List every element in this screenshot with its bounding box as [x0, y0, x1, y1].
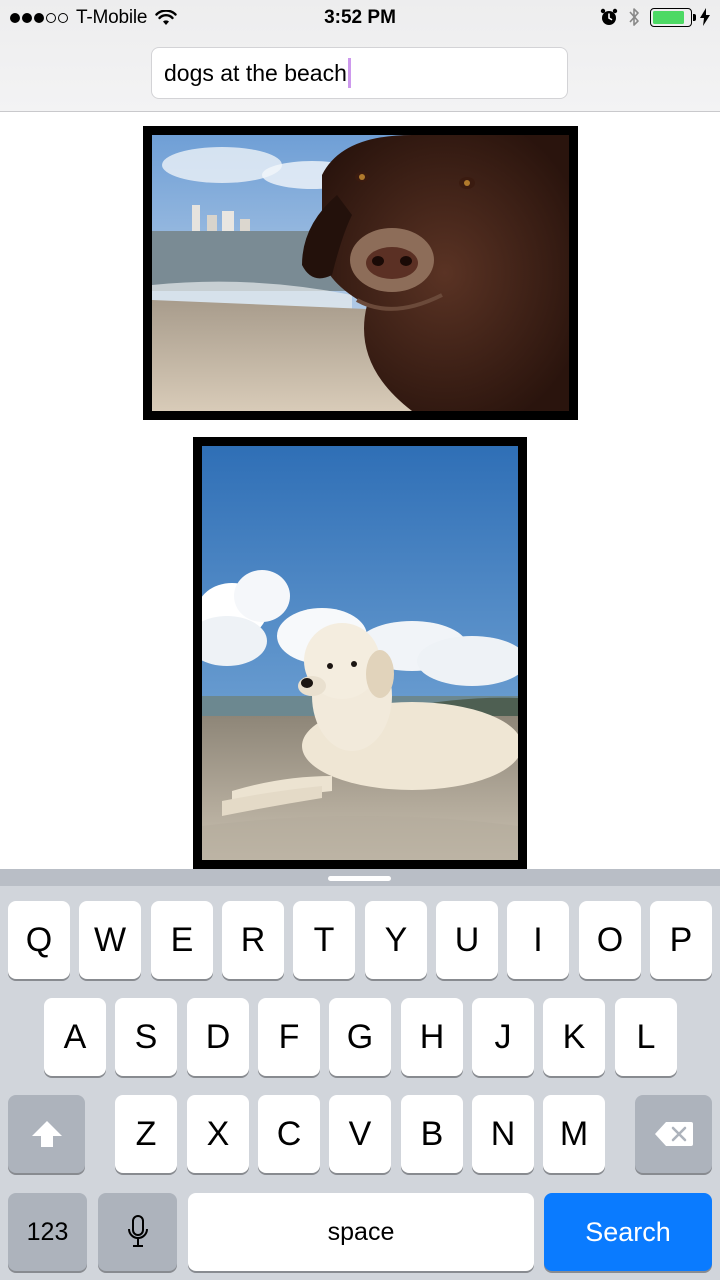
key-p[interactable]: P — [650, 901, 712, 979]
key-l[interactable]: L — [615, 998, 677, 1076]
key-c[interactable]: C — [258, 1095, 320, 1173]
key-t[interactable]: T — [293, 901, 355, 979]
search-query-text: dogs at the beach — [164, 59, 347, 86]
key-m[interactable]: M — [543, 1095, 605, 1173]
dog-lying-on-sand-photo — [202, 446, 518, 860]
keyboard: Q W E R T Y U I O P A S D F G H J K L Z … — [0, 869, 720, 1280]
key-b[interactable]: B — [401, 1095, 463, 1173]
key-a[interactable]: A — [44, 998, 106, 1076]
key-o[interactable]: O — [579, 901, 641, 979]
key-e[interactable]: E — [151, 901, 213, 979]
result-image-2[interactable] — [193, 437, 527, 869]
space-key[interactable]: space — [188, 1193, 534, 1271]
key-h[interactable]: H — [401, 998, 463, 1076]
dog-face-on-beach-photo — [152, 135, 569, 411]
key-s[interactable]: S — [115, 998, 177, 1076]
shift-arrow-icon — [31, 1121, 62, 1147]
search-key[interactable]: Search — [544, 1193, 712, 1271]
key-k[interactable]: K — [543, 998, 605, 1076]
key-j[interactable]: J — [472, 998, 534, 1076]
battery-icon — [650, 7, 696, 27]
keyboard-handle[interactable] — [328, 876, 391, 881]
key-u[interactable]: U — [436, 901, 498, 979]
shift-key[interactable] — [8, 1095, 85, 1173]
status-right — [600, 7, 710, 27]
key-q[interactable]: Q — [8, 901, 70, 979]
top-bar: T-Mobile 3:52 PM dogs at the beach — [0, 0, 720, 112]
dictation-key[interactable] — [98, 1193, 177, 1271]
text-cursor — [347, 58, 351, 88]
alarm-icon — [600, 8, 618, 25]
key-z[interactable]: Z — [115, 1095, 177, 1173]
key-y[interactable]: Y — [365, 901, 427, 979]
charging-bolt-icon — [700, 8, 710, 26]
search-input[interactable]: dogs at the beach — [151, 47, 568, 99]
key-v[interactable]: V — [329, 1095, 391, 1173]
battery-tip — [693, 13, 696, 21]
result-image-1[interactable] — [143, 126, 578, 420]
key-f[interactable]: F — [258, 998, 320, 1076]
key-i[interactable]: I — [507, 901, 569, 979]
numbers-key[interactable]: 123 — [8, 1193, 87, 1271]
backspace-key[interactable] — [635, 1095, 712, 1173]
status-bar: T-Mobile 3:52 PM — [0, 0, 720, 38]
key-w[interactable]: W — [79, 901, 141, 979]
key-g[interactable]: G — [329, 998, 391, 1076]
bluetooth-icon — [629, 8, 639, 26]
key-r[interactable]: R — [222, 901, 284, 979]
key-x[interactable]: X — [187, 1095, 249, 1173]
backspace-icon — [654, 1122, 693, 1146]
battery-level — [653, 10, 684, 24]
key-d[interactable]: D — [187, 998, 249, 1076]
microphone-icon — [127, 1215, 148, 1247]
key-n[interactable]: N — [472, 1095, 534, 1173]
